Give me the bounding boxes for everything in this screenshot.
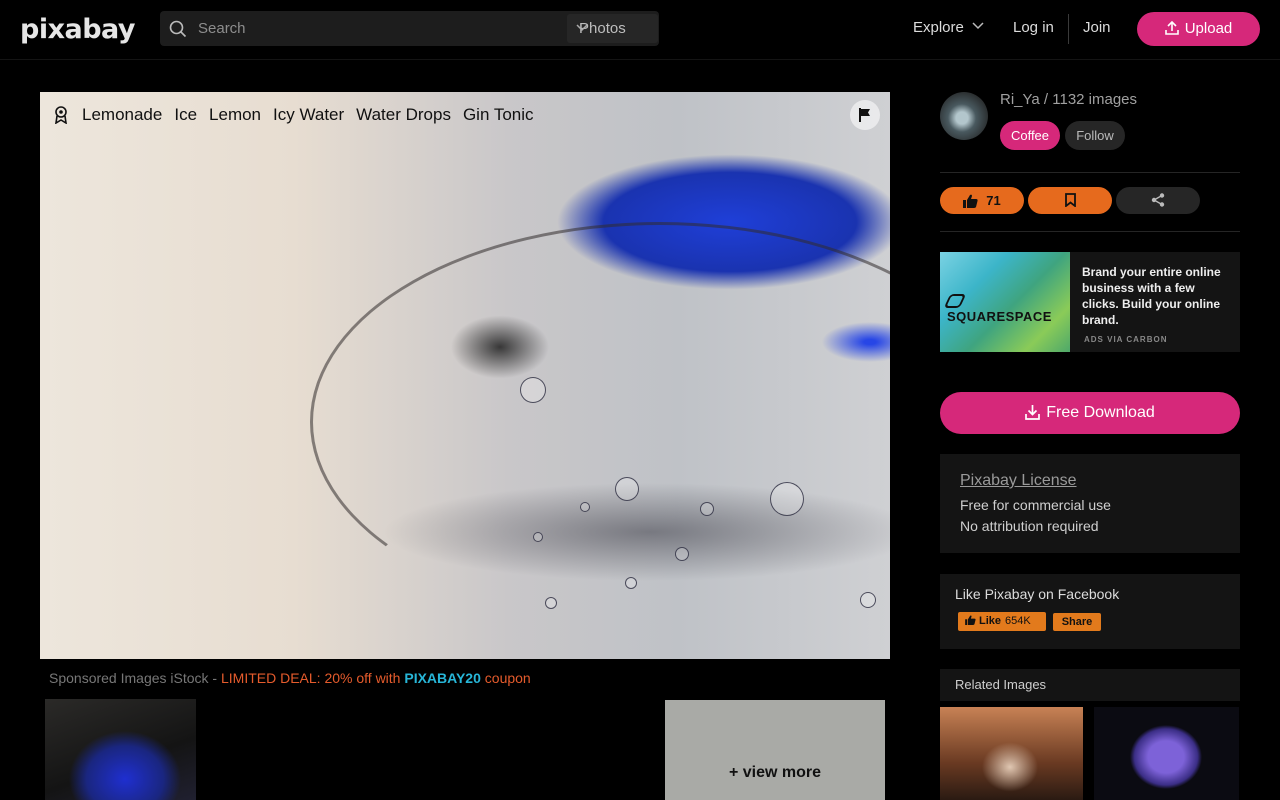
photo-bubble bbox=[580, 502, 590, 512]
explore-menu[interactable]: Explore bbox=[913, 19, 984, 36]
chevron-down-icon bbox=[576, 24, 588, 32]
follow-button[interactable]: Follow bbox=[1065, 121, 1125, 150]
join-link[interactable]: Join bbox=[1083, 19, 1111, 36]
photo-bubble bbox=[860, 592, 876, 608]
award-icon bbox=[55, 106, 67, 124]
divider bbox=[940, 172, 1240, 173]
license-link[interactable]: Pixabay License bbox=[960, 472, 1220, 490]
ad-text: Brand your entire online business with a… bbox=[1082, 265, 1221, 327]
photo-bubble bbox=[533, 532, 543, 542]
bookmark-button[interactable] bbox=[1028, 187, 1112, 214]
search-bar: Photos bbox=[160, 11, 659, 46]
license-line: No attribution required bbox=[960, 518, 1099, 534]
download-label: Free Download bbox=[1046, 404, 1155, 421]
like-count: 71 bbox=[986, 193, 1001, 208]
upload-icon bbox=[1164, 20, 1179, 35]
avatar[interactable] bbox=[940, 92, 988, 140]
chevron-down-icon bbox=[972, 22, 984, 30]
coffee-button[interactable]: Coffee bbox=[1000, 121, 1060, 150]
tag-link[interactable]: Gin Tonic bbox=[463, 105, 534, 125]
tag-link[interactable]: Lemonade bbox=[82, 105, 162, 125]
thumbs-up-icon bbox=[963, 194, 978, 208]
photo-bubble bbox=[545, 597, 557, 609]
search-icon bbox=[169, 20, 187, 38]
photo-tags: Lemonade Ice Lemon Icy Water Water Drops… bbox=[54, 105, 546, 125]
flag-icon bbox=[859, 108, 870, 122]
upload-label: Upload bbox=[1184, 20, 1233, 37]
share-icon bbox=[1151, 193, 1165, 207]
facebook-like-label: Like bbox=[979, 615, 1002, 627]
bookmark-icon bbox=[1064, 193, 1076, 208]
photo-bubble bbox=[770, 482, 804, 516]
sponsored-prefix: Sponsored Images iStock - bbox=[49, 670, 221, 686]
photo-bubble bbox=[675, 547, 689, 561]
tag-link[interactable]: Icy Water bbox=[273, 105, 344, 125]
login-link[interactable]: Log in bbox=[1013, 19, 1054, 36]
facebook-like-count: 654K bbox=[1005, 615, 1031, 627]
photo-glass-rim bbox=[310, 222, 890, 622]
related-image-thumbnail[interactable] bbox=[1094, 707, 1239, 800]
tag-link[interactable]: Lemon bbox=[209, 105, 261, 125]
sponsored-suffix: coupon bbox=[480, 670, 531, 686]
free-download-button[interactable]: Free Download bbox=[940, 392, 1240, 434]
explore-label: Explore bbox=[913, 19, 964, 36]
photo-bubble bbox=[520, 377, 546, 403]
license-line: Free for commercial use bbox=[960, 497, 1111, 513]
related-images-header: Related Images bbox=[940, 669, 1240, 701]
sponsored-deal: LIMITED DEAL: 20% off with bbox=[220, 670, 405, 686]
coupon-code: PIXABAY20 bbox=[404, 670, 481, 686]
related-image-thumbnail[interactable] bbox=[940, 707, 1083, 800]
nav-divider bbox=[1068, 14, 1069, 44]
sponsored-banner[interactable]: Sponsored Images iStock - LIMITED DEAL: … bbox=[49, 670, 531, 686]
like-button[interactable]: 71 bbox=[940, 187, 1024, 214]
carbon-ad[interactable]: SQUARESPACE Brand your entire online bus… bbox=[940, 252, 1240, 352]
ad-brand: SQUARESPACE bbox=[943, 294, 1070, 324]
divider bbox=[940, 231, 1240, 232]
share-button[interactable] bbox=[1116, 187, 1200, 214]
pixabay-logo[interactable]: pixabay bbox=[20, 14, 136, 45]
photo-bubble bbox=[615, 477, 639, 501]
author-name[interactable]: Ri_Ya / 1132 images bbox=[1000, 91, 1137, 108]
ad-via-link[interactable]: ADS VIA CARBON bbox=[1084, 335, 1167, 344]
facebook-share-button[interactable]: Share bbox=[1053, 613, 1101, 631]
tag-link[interactable]: Ice bbox=[174, 105, 197, 125]
thumbs-up-icon bbox=[965, 615, 976, 625]
tag-link[interactable]: Water Drops bbox=[356, 105, 451, 125]
search-input[interactable] bbox=[198, 11, 518, 46]
search-type-dropdown[interactable]: Photos bbox=[567, 14, 658, 43]
license-box: Pixabay License Free for commercial use … bbox=[940, 454, 1240, 553]
main-photo[interactable]: Lemonade Ice Lemon Icy Water Water Drops… bbox=[40, 92, 890, 659]
view-more-button[interactable]: + view more bbox=[665, 700, 885, 800]
top-bar: pixabay Photos Explore Log in Join Uploa… bbox=[0, 0, 1280, 60]
facebook-like-button[interactable]: Like 654K bbox=[958, 612, 1046, 631]
photo-bubble bbox=[700, 502, 714, 516]
download-icon bbox=[1025, 405, 1041, 420]
squarespace-logo-icon bbox=[943, 294, 967, 308]
photo-bubble bbox=[625, 577, 637, 589]
facebook-title: Like Pixabay on Facebook bbox=[955, 586, 1120, 602]
upload-button[interactable]: Upload bbox=[1137, 12, 1260, 46]
sponsored-image-thumbnail[interactable] bbox=[45, 699, 196, 800]
facebook-box: Like Pixabay on Facebook Like 654K Share bbox=[940, 574, 1240, 649]
ad-image: SQUARESPACE bbox=[940, 252, 1070, 352]
report-button[interactable] bbox=[850, 100, 880, 130]
